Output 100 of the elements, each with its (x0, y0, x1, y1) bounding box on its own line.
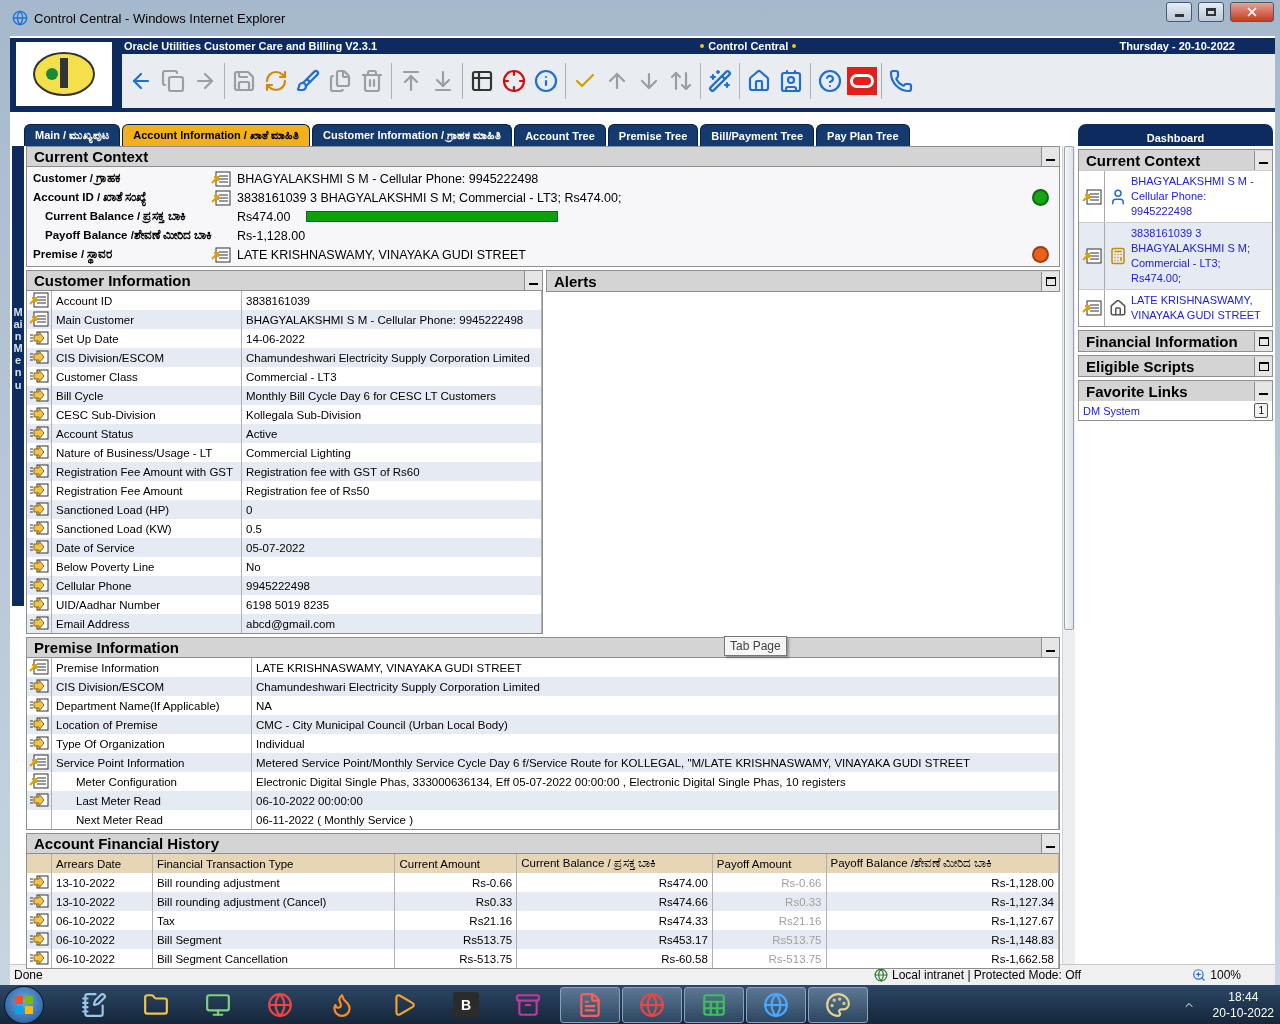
section-title: Eligible Scripts (1085, 357, 1195, 375)
field-label: Current Balance / ಪ್ರಸಕ್ತ ಬಾಕಿ (45, 210, 187, 223)
collapse-button[interactable] (1041, 638, 1059, 657)
table-cell: Rs-60.58 (516, 949, 713, 968)
field-label: Next Meter Read (51, 810, 252, 829)
panel-title: Current Context (33, 148, 149, 165)
browser-taskbar-button[interactable] (746, 986, 806, 1023)
monitor-icon (205, 991, 231, 1018)
table-cell: 06-10-2022 (51, 949, 153, 968)
collapse-button[interactable] (524, 271, 542, 290)
tab[interactable]: Account Information / ಖಾತೆ ಮಾಹಿತಿ (122, 124, 310, 146)
tab[interactable]: Account Tree (514, 124, 606, 146)
favorite-link[interactable]: DM System (1083, 404, 1140, 417)
context-link[interactable]: LATE KRISHNASWAMY, VINAYAKA GUDI STREET (1131, 290, 1272, 326)
zone-status: Local intranet | Protected Mode: Off (874, 968, 1081, 982)
logo-icon (847, 67, 877, 95)
field-value: abcd@gmail.com (241, 614, 542, 633)
tab[interactable]: Pay Plan Tree (816, 124, 910, 146)
files-icon (328, 69, 352, 93)
window-title: Control Central - Windows Internet Explorer (34, 10, 287, 26)
context-link[interactable]: BHAGYALAKSHMI S M - Cellular Phone: 9945222498 (1131, 171, 1272, 222)
column-header: Payoff Balance /ಶೇವಣೆ ಮೀರಿದ ಬಾಕಿ (826, 854, 1059, 873)
clock-time: 18:44 (1228, 988, 1259, 1005)
menu-label: Main Menu (12, 306, 24, 393)
person-icon (1109, 187, 1127, 206)
spreadsheet-taskbar-button[interactable] (684, 986, 744, 1023)
phone-icon (889, 69, 913, 93)
product-title: Oracle Utilities Customer Care and Billing V2.3.1 (124, 40, 378, 52)
browser-icon (763, 991, 789, 1018)
browser-icon (639, 991, 665, 1018)
calculator-icon (1109, 247, 1127, 265)
browser-taskbar-button[interactable] (622, 986, 682, 1023)
collapse-button[interactable] (1041, 147, 1059, 166)
field-value: 06-11-2022 ( Monthly Service ) (251, 810, 1059, 829)
date-label: Thursday - 20-10-2022 (1119, 40, 1235, 52)
table-cell: Rs-1,662.58 (826, 949, 1059, 968)
scrollbar-thumb[interactable] (1064, 146, 1074, 630)
section-title: Financial Information (1085, 332, 1238, 350)
document-icon (577, 991, 603, 1018)
refresh-icon (264, 69, 288, 93)
browser-icon (12, 10, 28, 26)
field-value: 3838161039 3 BHAGYALAKSHMI S M; Commercial - LT3; Rs474.00; (237, 190, 622, 205)
palette-taskbar-button[interactable] (808, 986, 868, 1023)
field-value: BHAGYALAKSHMI S M - Cellular Phone: 9945222498 (237, 171, 539, 186)
folder-icon (143, 991, 169, 1018)
column-header: Payoff Amount (712, 854, 826, 873)
panel-title: Alerts (553, 272, 597, 290)
collapse-button[interactable] (1254, 150, 1272, 170)
arrow-up-down-icon (669, 69, 693, 93)
expand-button[interactable] (1041, 271, 1059, 291)
palette-icon (825, 991, 851, 1018)
expand-button[interactable] (1254, 331, 1272, 351)
portal-title: Control Central (700, 40, 797, 52)
table-cell: Rs-513.75 (394, 949, 517, 968)
save-icon (232, 69, 256, 93)
start-button[interactable] (4, 985, 44, 1024)
archive-icon (515, 991, 541, 1018)
zoom-control[interactable]: 100% (1192, 968, 1241, 982)
contact-icon (779, 69, 803, 93)
crosshair-icon (502, 69, 526, 93)
shortcut-key[interactable]: 1 (1254, 403, 1268, 418)
close-button[interactable] (1230, 2, 1274, 22)
document-taskbar-button[interactable] (560, 986, 620, 1023)
expand-button[interactable] (1254, 356, 1272, 376)
browser-icon (267, 991, 293, 1018)
zoom-icon (1192, 968, 1207, 982)
home-icon (747, 69, 771, 93)
spreadsheet-icon (701, 991, 727, 1018)
section-title: Current Context (1085, 151, 1201, 169)
record-icon (211, 170, 231, 187)
windows-logo-icon (14, 994, 34, 1015)
table-cell: Bill Segment Cancellation (152, 949, 395, 968)
field-value: LATE KRISHNASWAMY, VINAYAKA GUDI STREET (237, 247, 526, 262)
tab[interactable]: Bill/Payment Tree (700, 124, 815, 146)
field-label: Customer / ಗ್ರಾಹಕ (33, 172, 122, 185)
brush-icon (296, 69, 320, 93)
collapse-button[interactable] (1041, 834, 1059, 853)
trash-icon (360, 69, 384, 93)
tab[interactable]: Main / ಮುಖ್ಯಪುಟ (24, 124, 121, 146)
taskbar-button[interactable]: B (436, 986, 496, 1023)
field-label: Payoff Balance /ಶೇವಣೆ ಮೀರಿದ ಬಾಕಿ (45, 229, 211, 242)
field-value: Rs-1,128.00 (237, 228, 306, 243)
globe-icon (874, 968, 888, 982)
status-text: Done (14, 968, 44, 982)
tab[interactable]: Customer Information / ಗ್ರಾಹಕ ಮಾಹಿತಿ (312, 124, 513, 146)
table-cell: Rs-513.75 (712, 949, 826, 968)
field-value: Rs474.00 (237, 209, 291, 224)
tab[interactable]: Premise Tree (607, 124, 699, 146)
maximize-button[interactable] (1198, 2, 1224, 22)
notepad-icon (81, 991, 107, 1018)
column-header: Current Amount (394, 854, 517, 873)
panel-title: Premise Information (33, 639, 180, 656)
menu-strip[interactable]: Main Menu (12, 146, 24, 606)
clock-date: 20-10-2022 (1212, 1004, 1274, 1021)
collapse-button[interactable] (1254, 381, 1272, 401)
copy-icon (161, 69, 185, 93)
info-icon (534, 69, 558, 93)
clock[interactable]: 18:44 20-10-2022 (1212, 988, 1274, 1021)
tooltip: Tab Page (724, 636, 787, 656)
minimize-button[interactable] (1166, 2, 1192, 22)
